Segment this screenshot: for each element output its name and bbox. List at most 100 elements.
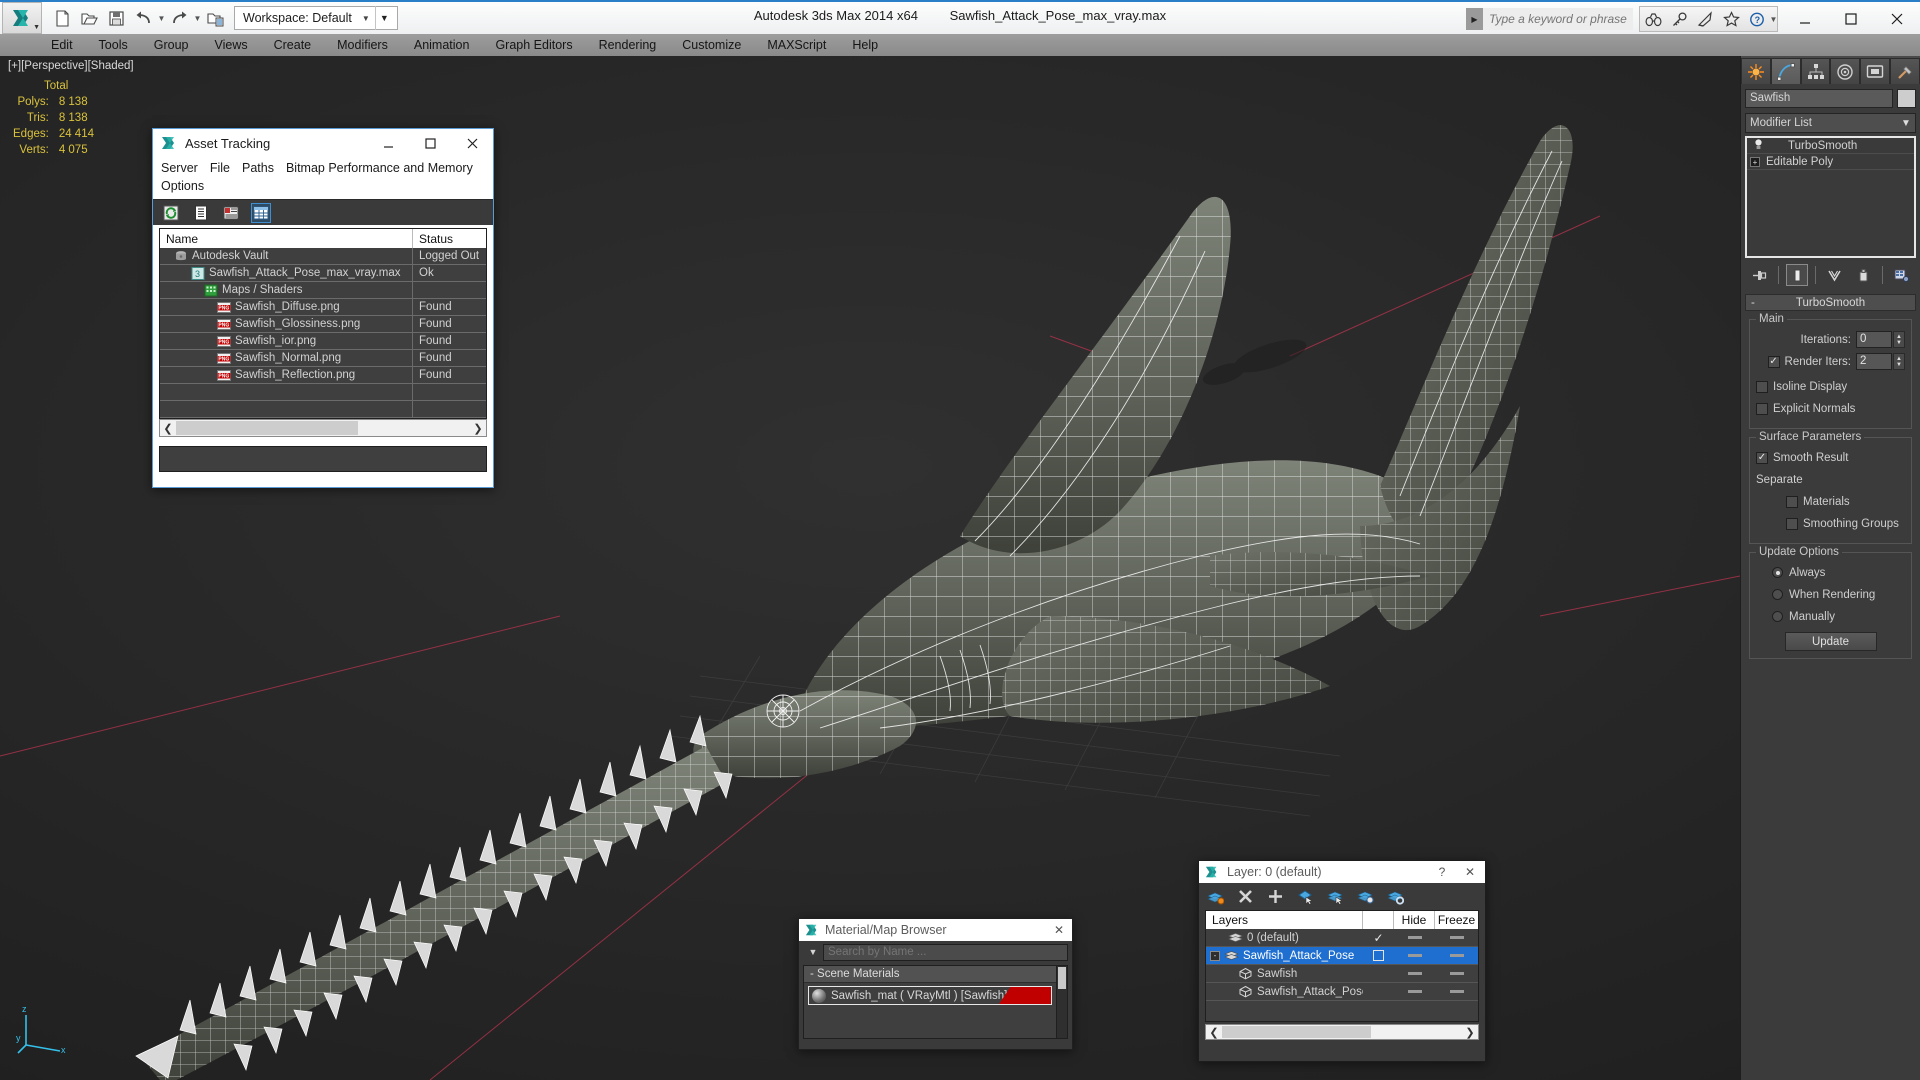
maximize-button[interactable]: [409, 129, 451, 157]
save-file-icon[interactable]: [104, 6, 129, 30]
scroll-track[interactable]: [176, 421, 470, 435]
binoculars-icon[interactable]: [1640, 7, 1666, 31]
menu-create[interactable]: Create: [261, 36, 325, 54]
modifier-stack-item-turbosmooth[interactable]: TurboSmooth: [1747, 138, 1914, 154]
menu-customize[interactable]: Customize: [669, 36, 754, 54]
scroll-track[interactable]: [1222, 1026, 1462, 1038]
freeze-cell[interactable]: [1435, 990, 1478, 993]
list-item[interactable]: Sawfish_mat ( VRayMtl ) [Sawfish]: [808, 986, 1052, 1005]
table-row[interactable]: - Sawfish_Attack_Pose: [1206, 947, 1478, 965]
hide-cell[interactable]: [1394, 990, 1435, 993]
menu-views[interactable]: Views: [201, 36, 260, 54]
modifier-stack[interactable]: TurboSmooth + Editable Poly: [1745, 136, 1916, 258]
asset-tracking-grid[interactable]: Name Status Autodesk Vault Logged Out 3: [159, 228, 487, 419]
isoline-display-row[interactable]: Isoline Display: [1756, 377, 1905, 396]
active-layer-cell[interactable]: ✓: [1363, 931, 1394, 945]
funnel-icon[interactable]: ▼: [803, 943, 823, 961]
layer-manager-dialog[interactable]: Layer: 0 (default) ? ✕ Layers Hide Freez…: [1198, 860, 1486, 1062]
close-button[interactable]: [1874, 3, 1920, 35]
menu-file[interactable]: File: [210, 159, 238, 177]
menu-edit[interactable]: Edit: [38, 36, 86, 54]
redo-icon[interactable]: [167, 6, 192, 30]
material-browser-titlebar[interactable]: Material/Map Browser ✕: [799, 919, 1072, 941]
column-header-freeze[interactable]: Freeze: [1435, 911, 1478, 929]
table-row[interactable]: Maps / Shaders: [160, 282, 486, 299]
table-row[interactable]: 0 (default) ✓: [1206, 929, 1478, 947]
table-row[interactable]: PNG Sawfish_Glossiness.png Found: [160, 316, 486, 333]
undo-dropdown-icon[interactable]: ▼: [158, 6, 166, 30]
new-file-icon[interactable]: [50, 6, 75, 30]
modifier-list-dropdown[interactable]: Modifier List ▼: [1745, 113, 1916, 133]
select-highlight-icon[interactable]: [1325, 886, 1345, 906]
chevron-down-icon[interactable]: ▼: [33, 24, 40, 31]
menu-server[interactable]: Server: [161, 159, 206, 177]
table-row[interactable]: PNG Sawfish_ior.png Found: [160, 333, 486, 350]
iterations-value[interactable]: 0: [1856, 331, 1892, 348]
scroll-right-icon[interactable]: ❯: [470, 422, 486, 435]
render-iters-spinner[interactable]: 2 ▲ ▼: [1856, 353, 1905, 370]
close-button[interactable]: [451, 129, 493, 157]
collapse-icon[interactable]: -: [1210, 950, 1220, 961]
help-icon[interactable]: ?: [1429, 865, 1455, 879]
column-header-name[interactable]: Name: [160, 229, 413, 248]
make-unique-icon[interactable]: [1824, 264, 1846, 286]
help-dropdown-icon[interactable]: ▼: [1770, 7, 1778, 31]
add-selection-icon[interactable]: [1265, 886, 1285, 906]
menu-group[interactable]: Group: [141, 36, 202, 54]
layer-manager-titlebar[interactable]: Layer: 0 (default) ? ✕: [1199, 861, 1485, 883]
table-row[interactable]: PNG Sawfish_Reflection.png Found: [160, 367, 486, 384]
star-icon[interactable]: [1718, 7, 1744, 31]
hide-cell[interactable]: [1394, 954, 1435, 957]
hide-cell[interactable]: [1394, 936, 1435, 939]
update-manually-radio[interactable]: [1772, 611, 1783, 622]
render-iters-value[interactable]: 2: [1856, 353, 1892, 370]
rollout-header[interactable]: - TurboSmooth: [1745, 294, 1916, 311]
freeze-cell[interactable]: [1435, 936, 1478, 939]
refresh-icon[interactable]: [161, 203, 181, 223]
update-when-rendering-row[interactable]: When Rendering: [1756, 585, 1905, 604]
scene-materials-group[interactable]: - Scene Materials: [804, 966, 1056, 983]
menu-modifiers[interactable]: Modifiers: [324, 36, 401, 54]
close-icon[interactable]: ✕: [1455, 865, 1485, 879]
workspace-dropdown-button[interactable]: ▼: [374, 6, 393, 30]
list-view-icon[interactable]: [191, 203, 211, 223]
help-icon[interactable]: ?: [1744, 7, 1770, 31]
menu-rendering[interactable]: Rendering: [586, 36, 670, 54]
asset-tracking-titlebar[interactable]: Asset Tracking: [153, 129, 493, 157]
table-row[interactable]: Sawfish_Attack_Pose: [1206, 983, 1478, 1001]
explicit-normals-row[interactable]: Explicit Normals: [1756, 399, 1905, 418]
modifier-stack-item-editable-poly[interactable]: + Editable Poly: [1747, 154, 1914, 170]
table-row[interactable]: PNG Sawfish_Normal.png Found: [160, 350, 486, 367]
column-header-status[interactable]: Status: [413, 229, 486, 248]
application-menu-button[interactable]: ▼: [2, 2, 42, 34]
project-folder-icon[interactable]: [203, 6, 228, 30]
spinner-arrows-icon[interactable]: ▲ ▼: [1893, 331, 1905, 348]
pin-stack-icon[interactable]: [1749, 264, 1771, 286]
expand-icon[interactable]: +: [1750, 156, 1760, 167]
object-color-swatch[interactable]: [1897, 89, 1916, 108]
maximize-button[interactable]: [1828, 3, 1874, 35]
material-search-input[interactable]: [823, 943, 1068, 961]
remove-modifier-icon[interactable]: [1853, 264, 1875, 286]
menu-options[interactable]: Options: [161, 177, 212, 195]
minimize-button[interactable]: [367, 129, 409, 157]
modify-tab[interactable]: [1770, 58, 1801, 84]
explicit-normals-checkbox[interactable]: [1756, 402, 1768, 415]
scroll-right-icon[interactable]: ❯: [1462, 1026, 1478, 1039]
display-tab[interactable]: [1860, 58, 1891, 84]
minimize-button[interactable]: [1782, 3, 1828, 35]
materials-row[interactable]: Materials: [1756, 492, 1905, 511]
column-header-active[interactable]: [1363, 911, 1394, 929]
layer-manager-grid[interactable]: Layers Hide Freeze 0 (default) ✓ - Sawfi…: [1205, 910, 1479, 1022]
scroll-thumb[interactable]: [1058, 967, 1066, 989]
show-end-result-icon[interactable]: [1786, 264, 1809, 286]
scroll-thumb[interactable]: [176, 421, 359, 435]
smooth-result-row[interactable]: ✓ Smooth Result: [1756, 448, 1905, 467]
motion-tab[interactable]: [1830, 58, 1861, 84]
update-always-radio[interactable]: [1772, 567, 1783, 578]
hierarchy-tab[interactable]: [1800, 58, 1831, 84]
configure-modifier-sets-icon[interactable]: [1890, 264, 1912, 286]
search-dropdown-icon[interactable]: ▶: [1466, 8, 1483, 30]
render-iters-checkbox[interactable]: ✓: [1767, 355, 1780, 368]
key-icon[interactable]: [1666, 7, 1692, 31]
